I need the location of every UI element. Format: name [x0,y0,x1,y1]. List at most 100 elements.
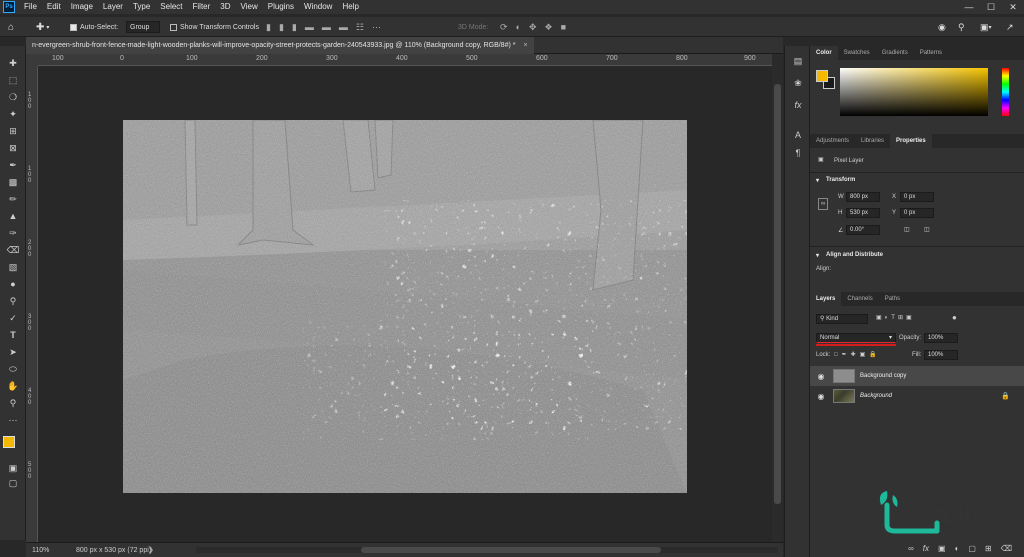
menu-view[interactable]: View [236,0,263,14]
layer-row-background-copy[interactable]: ◉ Background copy [810,366,1024,386]
orbit-3d-icon[interactable]: ⟳ [500,22,508,33]
marquee-tool-icon[interactable]: ⬚ [6,73,20,87]
vertical-scrollbar[interactable] [772,54,783,542]
home-icon[interactable]: ⌂ [8,20,14,34]
align-top-icon[interactable]: ▬ [305,22,314,32]
menu-filter[interactable]: Filter [188,0,216,14]
link-dimensions-icon[interactable]: ∞ [818,198,829,210]
type-tool-icon[interactable]: T [6,328,20,342]
show-transform-checkbox[interactable]: Show Transform Controls [170,20,259,34]
hand-tool-icon[interactable]: ✋ [6,379,20,393]
opacity-field[interactable]: 100% [924,333,958,343]
flip-horizontal-icon[interactable]: ◫ [904,226,910,233]
styles-panel-icon[interactable]: fx [791,98,805,112]
align-bottom-icon[interactable]: ▬ [339,22,348,32]
tab-libraries[interactable]: Libraries [855,134,890,148]
menu-window[interactable]: Window [299,0,337,14]
add-mask-icon[interactable]: ▣ [938,544,946,553]
tab-swatches[interactable]: Swatches [838,46,876,60]
tab-properties[interactable]: Properties [890,134,932,148]
more-options-icon[interactable]: ⋯ [372,22,381,33]
menu-help[interactable]: Help [337,0,363,14]
tab-layers[interactable]: Layers [810,292,842,306]
menu-select[interactable]: Select [155,0,187,14]
frame-tool-icon[interactable]: ⊠ [6,141,20,155]
close-tab-icon[interactable]: × [523,37,527,54]
vertical-ruler[interactable]: 1 0 0 1 0 0 2 0 0 3 0 0 4 0 0 5 0 0 [26,66,38,542]
workspace-icon[interactable]: ▣ ▾ [980,20,992,34]
tab-paths[interactable]: Paths [879,292,906,306]
layer-filter-icons[interactable]: ▣◐T⊞▣ [876,314,915,321]
color-picker-field[interactable] [840,68,988,116]
align-left-icon[interactable]: ▮ [266,22,271,33]
width-field[interactable]: 800 px [846,192,880,202]
fill-field[interactable]: 100% [924,350,958,360]
menu-file[interactable]: File [19,0,42,14]
brush-settings-icon[interactable]: ❀ [791,76,805,90]
move-tool-preset-icon[interactable]: ✚ ▾ [36,20,49,34]
more-tools-icon[interactable]: ⋯ [6,413,20,427]
close-window-button[interactable]: ✕ [1002,0,1024,14]
quick-mask-icon[interactable]: ▣ [6,461,20,475]
layer-row-background[interactable]: ◉ Background 🔒 [810,386,1024,406]
zoom-tool-icon[interactable]: ⚲ [6,396,20,410]
minimize-button[interactable]: — [958,0,980,14]
horizontal-scrollbar[interactable] [196,547,778,553]
document-size-info[interactable]: 800 px x 530 px (72 ppi) [76,547,151,554]
align-hcenter-icon[interactable]: ▮ [279,22,284,33]
pen-tool-icon[interactable]: ✓ [6,311,20,325]
paragraph-panel-icon[interactable]: ¶ [791,146,805,160]
lock-icon[interactable]: 🔒 [1001,392,1010,400]
blend-mode-dropdown[interactable]: Normal ▾ [816,333,896,343]
stamp-tool-icon[interactable]: ▲ [6,209,20,223]
gradient-tool-icon[interactable]: ▧ [6,260,20,274]
menu-edit[interactable]: Edit [42,0,66,14]
distribute-icon[interactable]: ☷ [356,22,364,33]
crop-tool-icon[interactable]: ⊞ [6,124,20,138]
tab-channels[interactable]: Channels [841,292,878,306]
angle-field[interactable]: 0.00° [846,225,880,235]
screen-mode-icon[interactable]: ▢ [6,476,20,490]
color-panel-foreground[interactable] [816,70,828,82]
visibility-eye-icon[interactable]: ◉ [815,372,827,381]
share-user-icon[interactable]: ◉ [938,20,946,34]
tab-patterns[interactable]: Patterns [914,46,948,60]
visibility-eye-icon[interactable]: ◉ [815,392,827,401]
shape-tool-icon[interactable]: ⬭ [6,362,20,376]
photoshop-logo-icon[interactable]: Ps [3,1,15,13]
tab-adjustments[interactable]: Adjustments [810,134,855,148]
share-icon[interactable]: ↗ [1006,20,1014,34]
horizontal-ruler[interactable]: 100 0 100 200 300 400 500 600 700 800 90… [38,54,772,66]
zoom-level[interactable]: 110% [32,547,49,554]
tab-gradients[interactable]: Gradients [876,46,914,60]
dodge-tool-icon[interactable]: ⚲ [6,294,20,308]
document-image[interactable] [123,120,687,493]
adjustment-layer-icon[interactable]: ◐ [955,544,960,553]
menu-layer[interactable]: Layer [98,0,128,14]
align-vcenter-icon[interactable]: ▬ [322,22,331,32]
tab-color[interactable]: Color [810,46,838,60]
lasso-tool-icon[interactable]: ❍ [6,90,20,104]
align-right-icon[interactable]: ▮ [292,22,297,33]
transform-chevron-icon[interactable]: ▾ [816,177,819,184]
path-selection-tool-icon[interactable]: ➤ [6,345,20,359]
history-panel-icon[interactable]: ▤ [791,54,805,68]
hue-slider[interactable] [1002,68,1009,116]
maximize-button[interactable]: ☐ [980,0,1002,14]
roll-3d-icon[interactable]: ◐ [516,22,521,32]
eyedropper-tool-icon[interactable]: ✒ [6,158,20,172]
history-brush-tool-icon[interactable]: ✑ [6,226,20,240]
align-chevron-icon[interactable]: ▾ [816,252,819,259]
x-field[interactable]: 0 px [900,192,934,202]
menu-plugins[interactable]: Plugins [263,0,299,14]
auto-select-dropdown[interactable]: Group [126,20,160,34]
drag-3d-icon[interactable]: ✥ [529,22,537,33]
move-tool-icon[interactable]: ✚ [6,56,20,70]
brush-tool-icon[interactable]: ✏ [6,192,20,206]
healing-brush-tool-icon[interactable]: ▩ [6,175,20,189]
menu-type[interactable]: Type [128,0,155,14]
filter-toggle-icon[interactable]: ● [952,313,957,322]
menu-3d[interactable]: 3D [215,0,235,14]
foreground-color-swatch[interactable] [3,436,15,448]
layer-style-icon[interactable]: fx [923,544,929,553]
